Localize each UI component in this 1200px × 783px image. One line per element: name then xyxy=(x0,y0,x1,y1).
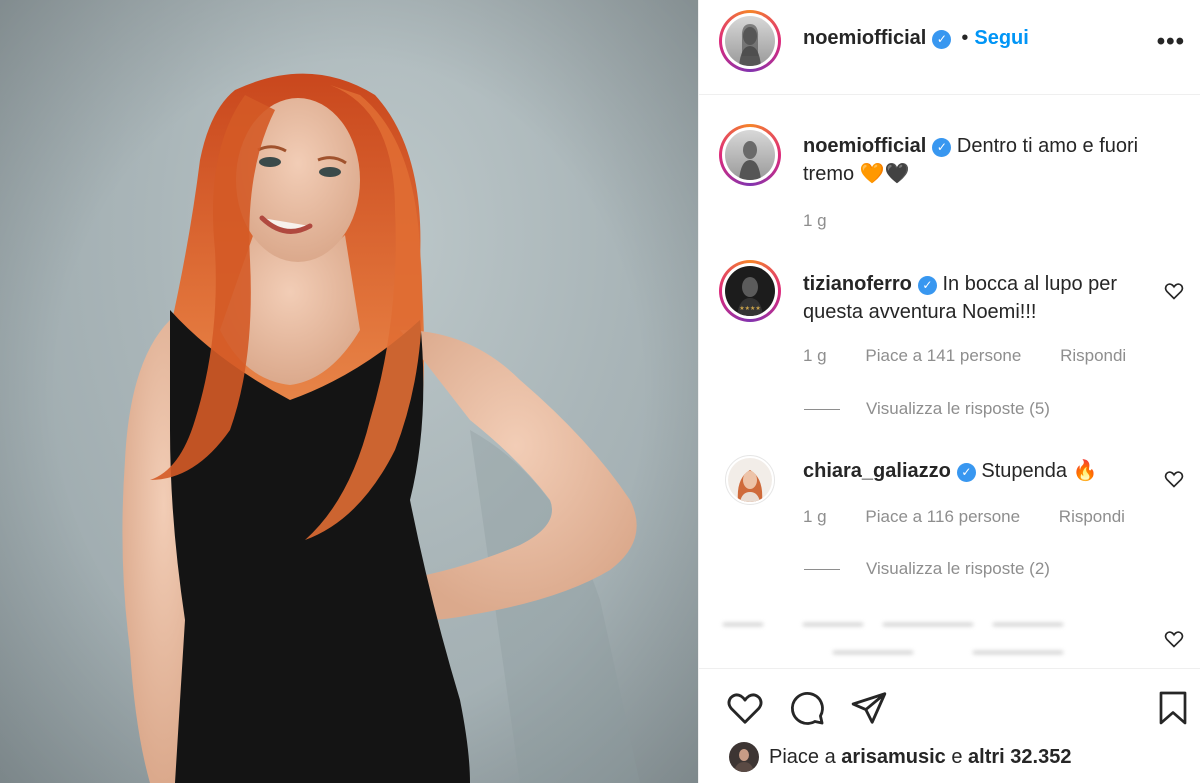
comment-avatar-1[interactable]: ★★★★ xyxy=(719,260,781,322)
bookmark-icon[interactable] xyxy=(1155,689,1191,727)
comment-likes-2[interactable]: Piace a 116 persone xyxy=(865,507,1020,526)
verified-badge-icon: ✓ xyxy=(917,276,937,295)
author-username[interactable]: noemiofficial xyxy=(803,27,926,49)
verified-badge-icon: ✓ xyxy=(932,30,952,49)
portrait-illustration xyxy=(0,0,698,783)
comment-reply-button-2[interactable]: Rispondi xyxy=(1059,507,1125,526)
view-replies-1[interactable]: Visualizza le risposte (5) xyxy=(804,399,1050,419)
verified-badge-icon: ✓ xyxy=(932,138,952,157)
likes-count[interactable]: altri 32.352 xyxy=(968,746,1071,769)
header-author-line: noemiofficial ✓ • Segui xyxy=(803,27,1029,50)
view-replies-2[interactable]: Visualizza le risposte (2) xyxy=(804,559,1050,579)
view-replies-label-1: Visualizza le risposte (5) xyxy=(866,399,1050,418)
comment-meta-1: 1 g Piace a 141 persone Rispondi xyxy=(803,346,1160,366)
comment-avatar-2[interactable] xyxy=(725,455,775,505)
comment-likes-1[interactable]: Piace a 141 persone xyxy=(865,346,1021,365)
comment-time-2: 1 g xyxy=(803,507,827,526)
comment-like-heart-icon[interactable] xyxy=(1164,469,1184,489)
comment-text-block-2: chiara_galiazzo ✓ Stupenda 🔥 xyxy=(803,457,1143,485)
comment-like-heart-icon[interactable] xyxy=(1164,281,1184,301)
post-header: noemiofficial ✓ • Segui ••• xyxy=(699,0,1200,95)
comment-text-block-1: tizianoferro ✓ In bocca al lupo per quest… xyxy=(803,270,1143,326)
caption-avatar[interactable] xyxy=(719,124,781,186)
post-actions-bar: Piace a arisamusic e altri 32.352 xyxy=(699,668,1200,783)
likes-prefix: Piace a xyxy=(769,745,836,768)
fire-emoji-icon: 🔥 xyxy=(1072,460,1098,482)
comment-text-2: Stupenda xyxy=(981,460,1068,482)
separator-dot: • xyxy=(961,27,969,49)
replies-divider-line xyxy=(804,569,840,571)
caption-text-block: noemiofficial ✓ Dentro ti amo e fuori tre… xyxy=(803,132,1183,188)
comment-time-1: 1 g xyxy=(803,346,827,365)
share-icon[interactable] xyxy=(849,689,889,727)
post-photo[interactable] xyxy=(0,0,698,783)
replies-divider-line xyxy=(804,409,840,411)
view-replies-label-2: Visualizza le risposte (2) xyxy=(866,559,1050,578)
likes-summary[interactable]: Piace a arisamusic e altri 32.352 xyxy=(729,742,1071,772)
caption-time: 1 g xyxy=(803,211,827,230)
comment-like-heart-icon[interactable] xyxy=(1164,629,1184,649)
caption-emoji: 🧡🖤 xyxy=(859,163,910,185)
follow-button[interactable]: Segui xyxy=(974,27,1028,49)
post-sidebar: noemiofficial ✓ • Segui ••• noemiofficial ✓ … xyxy=(698,0,1200,783)
blurred-comment-placeholder xyxy=(723,623,1063,654)
svg-text:★★★★: ★★★★ xyxy=(739,305,761,312)
likes-connector: e xyxy=(951,745,963,768)
comment-author-1[interactable]: tizianoferro xyxy=(803,273,912,295)
comment-reply-button-1[interactable]: Rispondi xyxy=(1060,346,1126,365)
liker-username[interactable]: arisamusic xyxy=(841,746,946,769)
caption-author[interactable]: noemiofficial xyxy=(803,135,926,157)
verified-badge-icon: ✓ xyxy=(956,463,976,482)
liker-avatar[interactable] xyxy=(729,742,759,772)
author-avatar[interactable] xyxy=(719,10,781,72)
more-options-icon[interactable]: ••• xyxy=(1157,28,1185,56)
comment-author-2[interactable]: chiara_galiazzo xyxy=(803,460,951,482)
heart-icon[interactable] xyxy=(725,689,765,727)
comment-meta-2: 1 g Piace a 116 persone Rispondi xyxy=(803,507,1159,527)
comment-icon[interactable] xyxy=(787,689,827,727)
